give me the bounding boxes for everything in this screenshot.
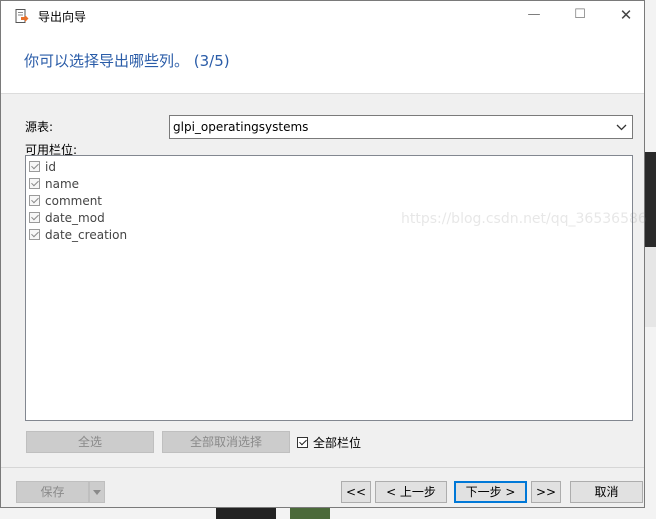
all-columns-checkbox[interactable]: 全部栏位 xyxy=(297,434,361,451)
column-name: date_creation xyxy=(45,227,128,242)
background-desktop-right xyxy=(645,0,656,519)
window-title: 导出向导 xyxy=(38,10,87,24)
select-all-button[interactable]: 全选 xyxy=(26,431,154,453)
background-desktop-bottom xyxy=(0,508,656,519)
minimize-button[interactable]: — xyxy=(524,6,544,24)
checkbox-icon[interactable] xyxy=(29,229,40,240)
title-bar[interactable]: 导出向导 — ☐ ✕ xyxy=(1,1,644,31)
cancel-button[interactable]: 取消 xyxy=(570,481,643,503)
column-name: date_mod xyxy=(45,210,105,225)
column-name: comment xyxy=(45,193,103,208)
close-button[interactable]: ✕ xyxy=(616,6,636,24)
background-thumbnail xyxy=(645,247,656,327)
list-item[interactable]: id xyxy=(29,158,56,175)
list-item[interactable]: date_mod xyxy=(29,209,105,226)
last-step-button[interactable]: >> xyxy=(531,481,561,503)
export-wizard-window: 导出向导 — ☐ ✕ 你可以选择导出哪些列。 (3/5) 源表: glpi_op… xyxy=(0,0,647,508)
maximize-button[interactable]: ☐ xyxy=(570,6,590,24)
background-thumbnail xyxy=(216,508,276,519)
list-item[interactable]: comment xyxy=(29,192,102,209)
source-table-value: glpi_operatingsystems xyxy=(173,120,309,134)
footer-divider xyxy=(1,467,644,468)
page-title: 你可以选择导出哪些列。 (3/5) xyxy=(24,52,230,70)
column-name: id xyxy=(45,159,56,174)
deselect-all-button[interactable]: 全部取消选择 xyxy=(162,431,290,453)
source-table-select[interactable]: glpi_operatingsystems xyxy=(169,115,633,139)
previous-button[interactable]: < 上一步 xyxy=(375,481,447,503)
watermark: https://blog.csdn.net/qq_36536586 xyxy=(401,211,647,227)
checkbox-icon[interactable] xyxy=(29,178,40,189)
chevron-down-icon xyxy=(616,124,627,131)
first-step-button[interactable]: << xyxy=(341,481,371,503)
checkbox-icon[interactable] xyxy=(29,161,40,172)
all-columns-label: 全部栏位 xyxy=(313,436,362,450)
next-button[interactable]: 下一步 > xyxy=(454,481,527,503)
list-item[interactable]: date_creation xyxy=(29,226,127,243)
background-thumbnail xyxy=(290,508,330,519)
list-item[interactable]: name xyxy=(29,175,79,192)
column-name: name xyxy=(45,176,80,191)
source-table-label: 源表: xyxy=(25,120,54,134)
checkbox-icon[interactable] xyxy=(297,437,308,448)
checkbox-icon[interactable] xyxy=(29,212,40,223)
checkbox-icon[interactable] xyxy=(29,195,40,206)
columns-list[interactable]: id name comment date_mod date_creation xyxy=(25,155,633,421)
background-thumbnail xyxy=(645,152,656,247)
save-button[interactable]: 保存 xyxy=(16,481,89,503)
save-dropdown-button[interactable] xyxy=(89,481,105,503)
chevron-down-icon xyxy=(93,490,101,495)
export-wizard-icon xyxy=(15,9,29,23)
